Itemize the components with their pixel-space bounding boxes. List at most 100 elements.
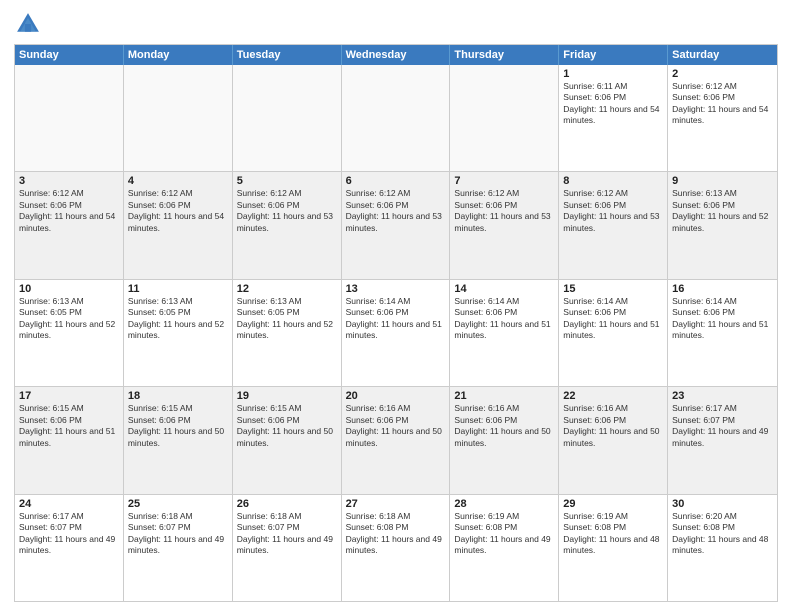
day-number: 20	[346, 390, 446, 402]
day-info: Sunrise: 6:16 AM Sunset: 6:06 PM Dayligh…	[346, 403, 446, 449]
day-cell-2: 2Sunrise: 6:12 AM Sunset: 6:06 PM Daylig…	[668, 65, 777, 171]
day-cell-16: 16Sunrise: 6:14 AM Sunset: 6:06 PM Dayli…	[668, 280, 777, 386]
day-info: Sunrise: 6:15 AM Sunset: 6:06 PM Dayligh…	[237, 403, 337, 449]
day-cell-8: 8Sunrise: 6:12 AM Sunset: 6:06 PM Daylig…	[559, 172, 668, 278]
day-cell-13: 13Sunrise: 6:14 AM Sunset: 6:06 PM Dayli…	[342, 280, 451, 386]
day-cell-24: 24Sunrise: 6:17 AM Sunset: 6:07 PM Dayli…	[15, 495, 124, 601]
day-cell-17: 17Sunrise: 6:15 AM Sunset: 6:06 PM Dayli…	[15, 387, 124, 493]
day-number: 22	[563, 390, 663, 402]
day-cell-9: 9Sunrise: 6:13 AM Sunset: 6:06 PM Daylig…	[668, 172, 777, 278]
empty-cell	[15, 65, 124, 171]
day-number: 26	[237, 498, 337, 510]
day-number: 4	[128, 175, 228, 187]
calendar-row-2: 3Sunrise: 6:12 AM Sunset: 6:06 PM Daylig…	[15, 171, 777, 278]
day-info: Sunrise: 6:14 AM Sunset: 6:06 PM Dayligh…	[563, 296, 663, 342]
day-info: Sunrise: 6:11 AM Sunset: 6:06 PM Dayligh…	[563, 81, 663, 127]
day-info: Sunrise: 6:12 AM Sunset: 6:06 PM Dayligh…	[563, 188, 663, 234]
day-number: 19	[237, 390, 337, 402]
day-info: Sunrise: 6:18 AM Sunset: 6:07 PM Dayligh…	[237, 511, 337, 557]
day-number: 11	[128, 283, 228, 295]
calendar: SundayMondayTuesdayWednesdayThursdayFrid…	[14, 44, 778, 602]
day-number: 1	[563, 68, 663, 80]
day-info: Sunrise: 6:12 AM Sunset: 6:06 PM Dayligh…	[454, 188, 554, 234]
day-cell-1: 1Sunrise: 6:11 AM Sunset: 6:06 PM Daylig…	[559, 65, 668, 171]
day-cell-23: 23Sunrise: 6:17 AM Sunset: 6:07 PM Dayli…	[668, 387, 777, 493]
day-info: Sunrise: 6:17 AM Sunset: 6:07 PM Dayligh…	[19, 511, 119, 557]
calendar-row-1: 1Sunrise: 6:11 AM Sunset: 6:06 PM Daylig…	[15, 65, 777, 171]
day-info: Sunrise: 6:12 AM Sunset: 6:06 PM Dayligh…	[672, 81, 773, 127]
day-cell-12: 12Sunrise: 6:13 AM Sunset: 6:05 PM Dayli…	[233, 280, 342, 386]
day-number: 15	[563, 283, 663, 295]
day-cell-29: 29Sunrise: 6:19 AM Sunset: 6:08 PM Dayli…	[559, 495, 668, 601]
day-number: 12	[237, 283, 337, 295]
day-info: Sunrise: 6:16 AM Sunset: 6:06 PM Dayligh…	[454, 403, 554, 449]
day-info: Sunrise: 6:18 AM Sunset: 6:07 PM Dayligh…	[128, 511, 228, 557]
day-info: Sunrise: 6:19 AM Sunset: 6:08 PM Dayligh…	[563, 511, 663, 557]
day-number: 29	[563, 498, 663, 510]
day-cell-5: 5Sunrise: 6:12 AM Sunset: 6:06 PM Daylig…	[233, 172, 342, 278]
calendar-row-3: 10Sunrise: 6:13 AM Sunset: 6:05 PM Dayli…	[15, 279, 777, 386]
calendar-body: 1Sunrise: 6:11 AM Sunset: 6:06 PM Daylig…	[15, 65, 777, 601]
day-info: Sunrise: 6:19 AM Sunset: 6:08 PM Dayligh…	[454, 511, 554, 557]
day-number: 5	[237, 175, 337, 187]
day-cell-3: 3Sunrise: 6:12 AM Sunset: 6:06 PM Daylig…	[15, 172, 124, 278]
day-cell-11: 11Sunrise: 6:13 AM Sunset: 6:05 PM Dayli…	[124, 280, 233, 386]
day-number: 23	[672, 390, 773, 402]
empty-cell	[450, 65, 559, 171]
day-cell-28: 28Sunrise: 6:19 AM Sunset: 6:08 PM Dayli…	[450, 495, 559, 601]
day-cell-21: 21Sunrise: 6:16 AM Sunset: 6:06 PM Dayli…	[450, 387, 559, 493]
day-cell-14: 14Sunrise: 6:14 AM Sunset: 6:06 PM Dayli…	[450, 280, 559, 386]
day-info: Sunrise: 6:12 AM Sunset: 6:06 PM Dayligh…	[128, 188, 228, 234]
calendar-header: SundayMondayTuesdayWednesdayThursdayFrid…	[15, 45, 777, 65]
day-number: 14	[454, 283, 554, 295]
day-number: 18	[128, 390, 228, 402]
day-number: 13	[346, 283, 446, 295]
day-info: Sunrise: 6:12 AM Sunset: 6:06 PM Dayligh…	[346, 188, 446, 234]
day-info: Sunrise: 6:15 AM Sunset: 6:06 PM Dayligh…	[19, 403, 119, 449]
day-info: Sunrise: 6:12 AM Sunset: 6:06 PM Dayligh…	[19, 188, 119, 234]
day-info: Sunrise: 6:13 AM Sunset: 6:05 PM Dayligh…	[19, 296, 119, 342]
day-cell-19: 19Sunrise: 6:15 AM Sunset: 6:06 PM Dayli…	[233, 387, 342, 493]
day-info: Sunrise: 6:14 AM Sunset: 6:06 PM Dayligh…	[346, 296, 446, 342]
day-info: Sunrise: 6:12 AM Sunset: 6:06 PM Dayligh…	[237, 188, 337, 234]
day-number: 17	[19, 390, 119, 402]
weekday-header-thursday: Thursday	[450, 45, 559, 65]
empty-cell	[233, 65, 342, 171]
page: SundayMondayTuesdayWednesdayThursdayFrid…	[0, 0, 792, 612]
day-cell-27: 27Sunrise: 6:18 AM Sunset: 6:08 PM Dayli…	[342, 495, 451, 601]
day-number: 25	[128, 498, 228, 510]
day-number: 24	[19, 498, 119, 510]
day-number: 10	[19, 283, 119, 295]
weekday-header-wednesday: Wednesday	[342, 45, 451, 65]
day-info: Sunrise: 6:14 AM Sunset: 6:06 PM Dayligh…	[672, 296, 773, 342]
weekday-header-monday: Monday	[124, 45, 233, 65]
day-number: 6	[346, 175, 446, 187]
day-number: 9	[672, 175, 773, 187]
day-cell-25: 25Sunrise: 6:18 AM Sunset: 6:07 PM Dayli…	[124, 495, 233, 601]
day-info: Sunrise: 6:20 AM Sunset: 6:08 PM Dayligh…	[672, 511, 773, 557]
day-cell-26: 26Sunrise: 6:18 AM Sunset: 6:07 PM Dayli…	[233, 495, 342, 601]
day-cell-18: 18Sunrise: 6:15 AM Sunset: 6:06 PM Dayli…	[124, 387, 233, 493]
day-number: 2	[672, 68, 773, 80]
day-number: 21	[454, 390, 554, 402]
day-cell-6: 6Sunrise: 6:12 AM Sunset: 6:06 PM Daylig…	[342, 172, 451, 278]
day-info: Sunrise: 6:13 AM Sunset: 6:05 PM Dayligh…	[237, 296, 337, 342]
day-info: Sunrise: 6:16 AM Sunset: 6:06 PM Dayligh…	[563, 403, 663, 449]
logo-icon	[14, 10, 42, 38]
day-cell-4: 4Sunrise: 6:12 AM Sunset: 6:06 PM Daylig…	[124, 172, 233, 278]
day-cell-20: 20Sunrise: 6:16 AM Sunset: 6:06 PM Dayli…	[342, 387, 451, 493]
day-number: 28	[454, 498, 554, 510]
day-cell-10: 10Sunrise: 6:13 AM Sunset: 6:05 PM Dayli…	[15, 280, 124, 386]
weekday-header-friday: Friday	[559, 45, 668, 65]
day-info: Sunrise: 6:18 AM Sunset: 6:08 PM Dayligh…	[346, 511, 446, 557]
day-number: 16	[672, 283, 773, 295]
day-number: 30	[672, 498, 773, 510]
day-info: Sunrise: 6:14 AM Sunset: 6:06 PM Dayligh…	[454, 296, 554, 342]
calendar-row-4: 17Sunrise: 6:15 AM Sunset: 6:06 PM Dayli…	[15, 386, 777, 493]
day-cell-22: 22Sunrise: 6:16 AM Sunset: 6:06 PM Dayli…	[559, 387, 668, 493]
empty-cell	[124, 65, 233, 171]
logo	[14, 10, 46, 38]
day-cell-30: 30Sunrise: 6:20 AM Sunset: 6:08 PM Dayli…	[668, 495, 777, 601]
calendar-row-5: 24Sunrise: 6:17 AM Sunset: 6:07 PM Dayli…	[15, 494, 777, 601]
day-number: 7	[454, 175, 554, 187]
